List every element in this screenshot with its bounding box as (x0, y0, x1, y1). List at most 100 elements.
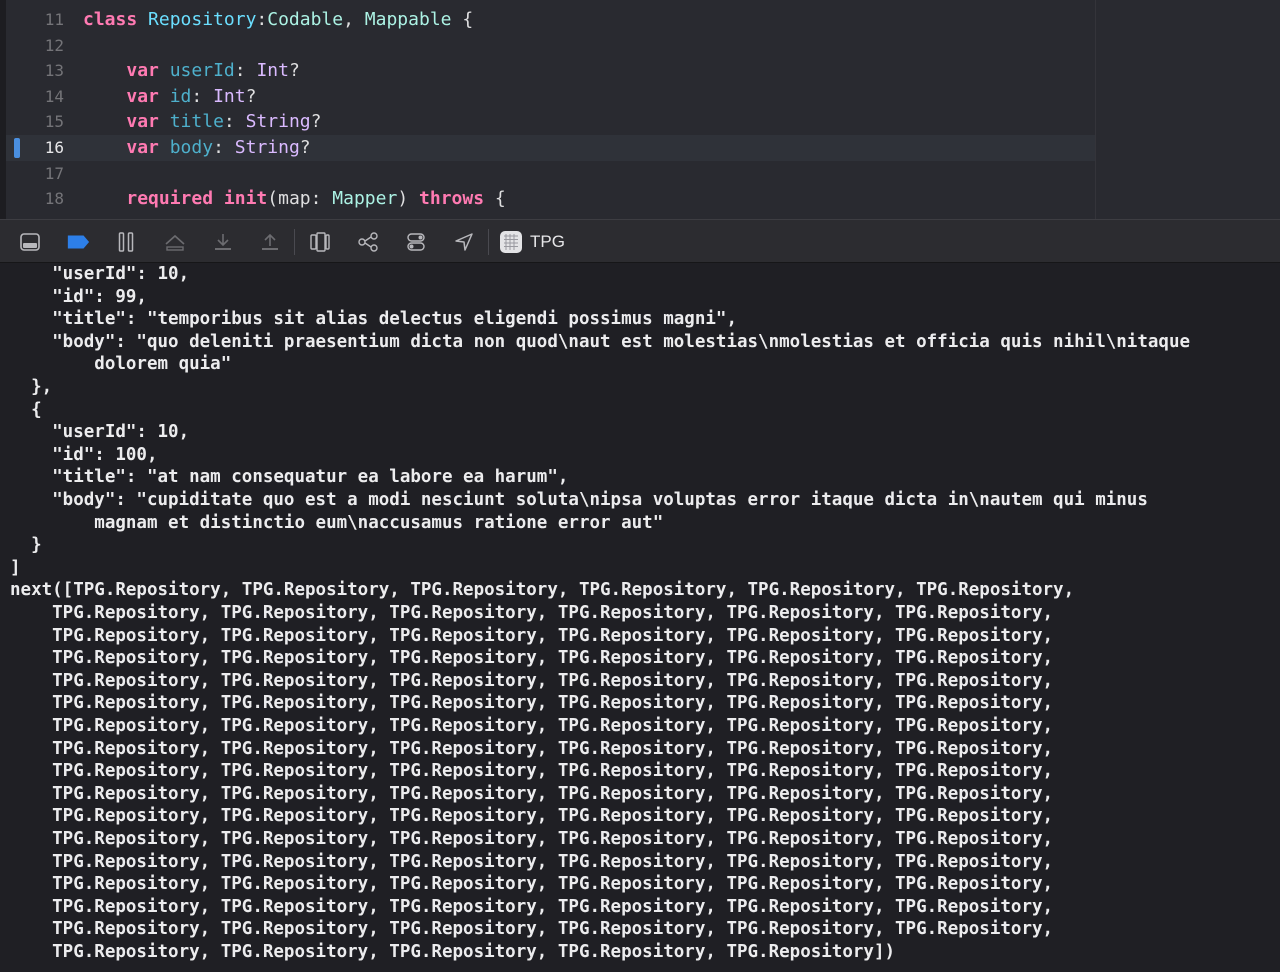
console-line: TPG.Repository, TPG.Repository, TPG.Repo… (10, 783, 1054, 804)
code-token: , (343, 9, 365, 30)
console-line: TPG.Repository, TPG.Repository, TPG.Repo… (10, 648, 1054, 669)
source-editor[interactable]: 11 class Repository:Codable, Mappable { 12… (0, 0, 1280, 219)
code-token: ? (245, 85, 257, 107)
console-line: "title": "at nam consequatur ea labore e… (10, 467, 569, 488)
code-line[interactable]: 15 var title: String? (6, 109, 1095, 135)
code-token: { (451, 9, 474, 30)
console-line: dolorem quia" (10, 354, 232, 375)
code-token: id (169, 85, 192, 107)
memory-graph-icon[interactable] (356, 230, 380, 254)
console-line: TPG.Repository, TPG.Repository, TPG.Repo… (10, 670, 1054, 691)
console-line: { (10, 399, 42, 420)
code-token: var (126, 137, 159, 158)
view-hierarchy-icon[interactable] (308, 230, 332, 254)
console-line: TPG.Repository, TPG.Repository, TPG.Repo… (10, 874, 1054, 895)
console-line: TPG.Repository, TPG.Repository, TPG.Repo… (10, 625, 1054, 646)
console-line: ] (10, 557, 21, 578)
target-label[interactable]: TPG (530, 231, 565, 253)
debug-toolbar: TPG (0, 219, 1280, 263)
breakpoints-toggle-icon[interactable] (66, 230, 90, 254)
debug-console-output[interactable]: "userId": 10, "id": 99, "title": "tempor… (0, 263, 1280, 972)
step-into-icon[interactable] (211, 230, 235, 254)
code-line[interactable]: 14 var id: Int? (6, 84, 1095, 110)
console-line: TPG.Repository, TPG.Repository, TPG.Repo… (10, 806, 1054, 827)
environment-overrides-icon[interactable] (404, 230, 428, 254)
line-number: 15 (44, 112, 64, 132)
line-number: 18 (44, 189, 64, 209)
code-text: var title: String? (83, 109, 321, 135)
line-number: 11 (44, 10, 64, 29)
console-line: TPG.Repository, TPG.Repository, TPG.Repo… (10, 896, 1054, 917)
current-line-marker (14, 138, 20, 158)
code-text: class Repository:Codable, Mappable { (83, 7, 473, 33)
line-number: 12 (44, 35, 64, 55)
console-line: TPG.Repository, TPG.Repository, TPG.Repo… (10, 761, 1054, 782)
hide-debug-area-icon[interactable] (18, 230, 42, 254)
code-token: (map: (267, 188, 333, 210)
code-token: Int (213, 85, 246, 107)
toolbar-separator (294, 229, 295, 255)
pause-icon[interactable] (114, 230, 138, 254)
code-text: required init(map: Mapper) throws { (83, 186, 505, 212)
code-token: ? (310, 111, 322, 133)
code-token: Mapper (332, 188, 398, 210)
toolbar-separator (488, 229, 489, 255)
console-line: TPG.Repository, TPG.Repository, TPG.Repo… (10, 851, 1054, 872)
console-line: "userId": 10, (10, 264, 190, 284)
code-line[interactable]: 12 (6, 33, 1095, 59)
console-line: TPG.Repository, TPG.Repository, TPG.Repo… (10, 716, 1054, 736)
minimap-area (1095, 0, 1280, 219)
code-token: : (223, 111, 246, 133)
code-token: Mappable (364, 9, 452, 30)
console-line: } (10, 535, 42, 556)
console-line: "id": 100, (10, 444, 158, 465)
step-over-icon[interactable] (163, 230, 187, 254)
code-line[interactable]: 11 class Repository:Codable, Mappable { (6, 7, 1095, 33)
code-token: String (245, 111, 311, 133)
code-token: ? (288, 60, 300, 82)
line-number: 17 (44, 163, 64, 183)
code-text: var id: Int? (83, 84, 256, 110)
code-line[interactable]: 16 var body: String? (6, 135, 1095, 161)
code-line[interactable]: 17 (6, 161, 1095, 187)
code-token: throws (419, 188, 485, 210)
console-line: "body": "quo deleniti praesentium dicta … (10, 331, 1191, 352)
code-token: init (223, 188, 268, 210)
code-token: ? (299, 137, 311, 158)
code-token: required (126, 188, 214, 210)
console-line: next([TPG.Repository, TPG.Repository, TP… (10, 580, 1075, 601)
code-token: title (169, 111, 224, 133)
code-token: Codable (267, 9, 344, 30)
code-token: : (234, 60, 257, 82)
step-out-icon[interactable] (258, 230, 282, 254)
simulate-location-icon[interactable] (452, 230, 476, 254)
code-token: var (126, 85, 159, 107)
console-line: }, (10, 377, 53, 397)
code-token: : (256, 9, 268, 30)
code-line[interactable]: 13 var userId: Int? (6, 58, 1095, 84)
app-icon[interactable] (499, 230, 523, 254)
code-token: class (83, 9, 138, 30)
console-line: TPG.Repository, TPG.Repository, TPG.Repo… (10, 738, 1054, 759)
console-line: TPG.Repository, TPG.Repository, TPG.Repo… (10, 829, 1054, 849)
code-line[interactable]: 18 required init(map: Mapper) throws { (6, 186, 1095, 212)
code-token: var (126, 60, 159, 82)
code-token: String (234, 137, 300, 158)
code-token: userId (169, 60, 235, 82)
code-token: : (191, 85, 214, 107)
code-token: Int (256, 60, 289, 82)
console-line: "title": "temporibus sit alias delectus … (10, 309, 737, 330)
console-line: TPG.Repository, TPG.Repository, TPG.Repo… (10, 919, 1054, 940)
code-token: var (126, 111, 159, 133)
console-line: magnam et distinctio eum\naccusamus rati… (10, 512, 664, 533)
console-line: TPG.Repository, TPG.Repository, TPG.Repo… (10, 603, 1054, 623)
